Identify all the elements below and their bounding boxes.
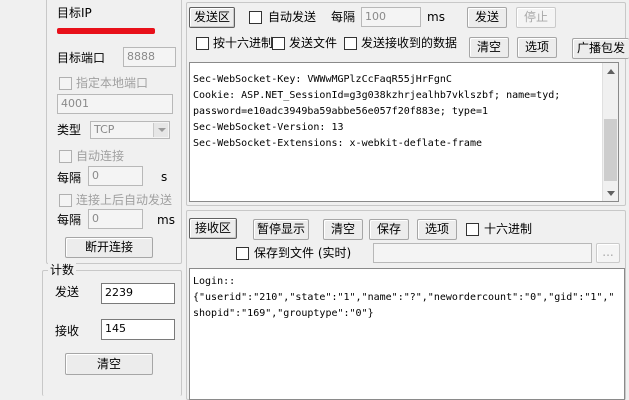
reconnect-label: 连接上后自动发送 xyxy=(76,193,173,207)
recv-line: Login:: xyxy=(193,276,236,287)
recv-hex-label: 十六进制 xyxy=(484,222,533,236)
send-interval-label: 每隔 xyxy=(331,10,356,24)
recv-textarea[interactable]: Login:: {"userid":"210","state":"1","nam… xyxy=(189,268,625,400)
save-to-file-label: 保存到文件 (实时) xyxy=(254,246,352,260)
recv-line: shopid":"169","grouptype":"0"} xyxy=(193,308,374,319)
recv-options-button[interactable]: 选项 xyxy=(417,219,457,240)
chevron-down-icon xyxy=(153,123,168,137)
send-received-checkbox[interactable] xyxy=(344,37,357,50)
auto-connect-checkbox[interactable] xyxy=(59,150,72,163)
recv-save-button[interactable]: 保存 xyxy=(369,219,409,240)
clear-count-button[interactable]: 清空 xyxy=(65,353,153,375)
interval2-unit: ms xyxy=(157,213,175,227)
local-port-checkbox-label: 指定本地端口 xyxy=(76,76,149,90)
scroll-up-icon[interactable] xyxy=(603,63,618,79)
send-file-checkbox[interactable] xyxy=(272,37,285,50)
send-area-tab[interactable]: 发送区 xyxy=(189,7,235,28)
send-scrollbar[interactable] xyxy=(602,63,618,201)
save-to-file-checkbox[interactable] xyxy=(236,247,249,260)
target-port-input[interactable]: 8888 xyxy=(123,47,176,67)
send-count-field: 2239 xyxy=(101,283,175,304)
auto-send-checkbox[interactable] xyxy=(249,11,262,24)
count-label: 计数 xyxy=(48,263,77,277)
stop-button[interactable]: 停止 xyxy=(516,7,556,28)
type-select[interactable]: TCP xyxy=(90,121,170,139)
recv-clear-button[interactable]: 清空 xyxy=(323,219,363,240)
send-hex-checkbox[interactable] xyxy=(196,37,209,50)
send-received-label: 发送接收到的数据 xyxy=(361,36,458,50)
send-textarea[interactable]: Sec-WebSocket-Key: VWWwMGPlzCcFaqR55jHrF… xyxy=(189,62,619,202)
send-line: password=e10adc3949ba59abbe56e057f20f883… xyxy=(193,106,489,117)
interval2-label: 每隔 xyxy=(57,213,82,227)
send-interval-input[interactable]: 100 xyxy=(361,7,421,27)
scrollbar-thumb[interactable] xyxy=(604,119,617,181)
interval1-input[interactable]: 0 xyxy=(88,166,143,186)
send-file-label: 发送文件 xyxy=(289,36,338,50)
target-ip-input[interactable] xyxy=(55,24,175,40)
broadcast-button[interactable]: 广播包发 xyxy=(572,38,629,59)
local-port-checkbox[interactable] xyxy=(59,77,72,90)
auto-send-label: 自动发送 xyxy=(268,10,317,24)
send-button[interactable]: 发送 xyxy=(467,7,507,28)
send-partial-line xyxy=(193,63,403,64)
send-count-label: 发送 xyxy=(55,285,80,299)
local-port-input[interactable]: 4001 xyxy=(57,94,173,114)
recv-count-label: 接收 xyxy=(55,324,80,338)
send-clear-button[interactable]: 清空 xyxy=(469,37,509,58)
auto-connect-label: 自动连接 xyxy=(76,149,125,163)
send-interval-unit: ms xyxy=(427,10,445,24)
save-file-path-input[interactable] xyxy=(373,243,592,263)
send-hex-label: 按十六进制 xyxy=(213,36,274,50)
recv-area-tab[interactable]: 接收区 xyxy=(189,218,237,239)
send-options-button[interactable]: 选项 xyxy=(517,37,557,58)
interval2-input[interactable]: 0 xyxy=(88,209,143,229)
disconnect-button[interactable]: 断开连接 xyxy=(65,237,153,258)
scroll-down-icon[interactable] xyxy=(603,185,618,201)
recv-hex-checkbox[interactable] xyxy=(466,223,479,236)
recv-count-field: 145 xyxy=(101,319,175,340)
type-label: 类型 xyxy=(57,123,82,137)
reconnect-checkbox[interactable] xyxy=(59,194,72,207)
send-line: Sec-WebSocket-Key: VWWwMGPlzCcFaqR55jHrF… xyxy=(193,74,452,85)
pause-display-button[interactable]: 暂停显示 xyxy=(253,219,309,240)
target-ip-label: 目标IP xyxy=(57,6,92,20)
browse-button[interactable]: ... xyxy=(596,243,620,263)
target-port-label: 目标端口 xyxy=(57,51,106,65)
interval1-unit: s xyxy=(161,170,168,184)
interval1-label: 每隔 xyxy=(57,171,82,185)
redaction-bar xyxy=(57,28,155,34)
recv-line: {"userid":"210","state":"1","name":"?","… xyxy=(193,292,615,303)
type-select-value: TCP xyxy=(94,123,115,136)
send-line: Sec-WebSocket-Version: 13 xyxy=(193,122,344,133)
send-line: Cookie: ASP.NET_SessionId=g3g038kzhrjeal… xyxy=(193,90,561,101)
send-line: Sec-WebSocket-Extensions: x-webkit-defla… xyxy=(193,138,482,149)
